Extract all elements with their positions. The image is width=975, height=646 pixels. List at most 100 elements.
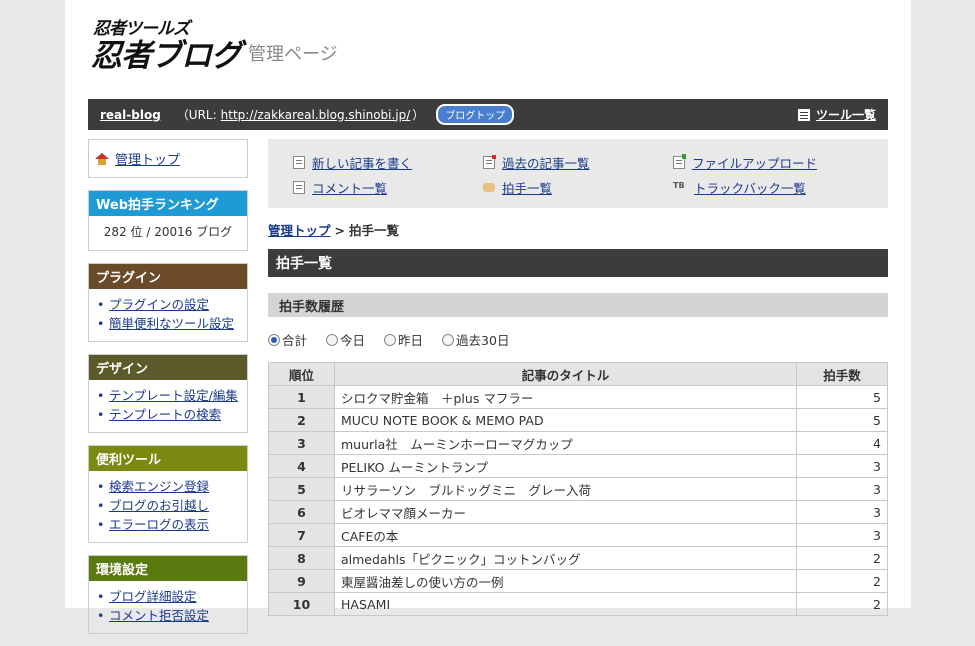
- radio-last-30-days[interactable]: 過去30日: [442, 330, 509, 349]
- page: 忍者ツールズ 忍者ブログ 管理ページ real-blog （URL: http:…: [65, 0, 911, 634]
- rank-cell: 6: [268, 500, 335, 524]
- sidebar-link[interactable]: テンプレートの検索: [109, 407, 221, 422]
- blog-url-link[interactable]: http://zakkareal.blog.shinobi.jp/: [221, 108, 411, 122]
- sidebar-item-search-engine: 検索エンジン登録: [95, 477, 241, 496]
- sidebar-link[interactable]: プラグインの設定: [109, 297, 209, 312]
- radio-label: 昨日: [398, 333, 424, 348]
- sidebar-link[interactable]: テンプレート設定/編集: [109, 388, 238, 403]
- main-content: 新しい記事を書く 過去の記事一覧 ファイルアップロード コメント一覧 拍手一覧 …: [268, 139, 888, 616]
- list-icon: [797, 108, 810, 121]
- title-cell: ビオレママ顔メーカー: [334, 500, 797, 524]
- page-title: 拍手一覧: [268, 249, 888, 277]
- breadcrumb-separator: >: [334, 223, 345, 238]
- sidebar: 管理トップ Web拍手ランキング 282 位 / 20016 ブログ プラグイン…: [88, 139, 248, 646]
- radio-label: 過去30日: [456, 333, 510, 348]
- sidebar-link[interactable]: エラーログの表示: [109, 517, 209, 532]
- table-row: 4 PELIKO ムーミントランプ 3: [268, 454, 888, 478]
- title-cell: PELIKO ムーミントランプ: [334, 454, 797, 478]
- admin-home-link[interactable]: 管理トップ: [115, 149, 180, 168]
- title-cell: MUCU NOTE BOOK & MEMO PAD: [334, 408, 797, 432]
- past-posts-icon: [483, 155, 496, 169]
- table-row: 3 muurla社 ムーミンホーローマグカップ 4: [268, 431, 888, 455]
- sidebar-link[interactable]: ブログのお引越し: [109, 498, 209, 513]
- rank-cell: 9: [268, 569, 335, 593]
- count-cell: 3: [796, 523, 888, 547]
- count-cell: 2: [796, 592, 888, 616]
- tools-section: 便利ツール 検索エンジン登録 ブログのお引越し エラーログの表示: [88, 445, 248, 543]
- sidebar-link[interactable]: ブログ詳細設定: [109, 589, 197, 604]
- count-cell: 5: [796, 385, 888, 409]
- title-cell: muurla社 ムーミンホーローマグカップ: [334, 431, 797, 455]
- quick-trackbacks[interactable]: TB トラックバック一覧: [673, 178, 806, 197]
- count-cell: 4: [796, 431, 888, 455]
- sidebar-item-blog-settings: ブログ詳細設定: [95, 587, 241, 606]
- sidebar-link[interactable]: 簡単便利なツール設定: [109, 316, 234, 331]
- design-section-title: デザイン: [89, 355, 247, 380]
- count-cell: 5: [796, 408, 888, 432]
- sidebar-item-plugin-settings: プラグインの設定: [95, 295, 241, 314]
- blog-top-button[interactable]: ブログトップ: [436, 104, 515, 125]
- breadcrumb-home-link[interactable]: 管理トップ: [268, 223, 331, 238]
- table-row: 6 ビオレママ顔メーカー 3: [268, 500, 888, 524]
- rank-cell: 2: [268, 408, 335, 432]
- radio-label: 今日: [340, 333, 366, 348]
- house-icon: [95, 152, 109, 165]
- quick-past-posts[interactable]: 過去の記事一覧: [483, 153, 590, 172]
- radio-button[interactable]: [326, 333, 339, 346]
- ranking-title: Web拍手ランキング: [89, 191, 247, 216]
- tool-list-label[interactable]: ツール一覧: [816, 106, 876, 123]
- section-title: 拍手数履歴: [268, 293, 888, 317]
- trackbacks-link[interactable]: トラックバック一覧: [694, 178, 806, 197]
- quick-links-panel: 新しい記事を書く 過去の記事一覧 ファイルアップロード コメント一覧 拍手一覧 …: [268, 139, 888, 208]
- radio-yesterday[interactable]: 昨日: [384, 330, 423, 349]
- quick-file-upload[interactable]: ファイルアップロード: [673, 153, 817, 172]
- new-post-link[interactable]: 新しい記事を書く: [312, 153, 412, 172]
- radio-total[interactable]: 合計: [268, 330, 307, 349]
- tools-section-title: 便利ツール: [89, 446, 247, 471]
- design-section: デザイン テンプレート設定/編集 テンプレートの検索: [88, 354, 248, 433]
- table-row: 8 almedahls「ピクニック」コットンバッグ 2: [268, 546, 888, 570]
- count-cell: 3: [796, 454, 888, 478]
- admin-home-box: 管理トップ: [88, 139, 248, 178]
- url-label: （URL:: [176, 108, 217, 122]
- clap-ranking-table: 順位 記事のタイトル 拍手数 1 シロクマ貯金箱 ＋plus マフラー 5 2 MUC…: [268, 362, 888, 616]
- sidebar-link[interactable]: コメント拒否設定: [109, 608, 209, 623]
- sidebar-item-template-edit: テンプレート設定/編集: [95, 386, 241, 405]
- sidebar-item-easy-tools: 簡単便利なツール設定: [95, 314, 241, 333]
- tool-list-link[interactable]: ツール一覧: [797, 106, 876, 123]
- clap-list-link[interactable]: 拍手一覧: [502, 178, 552, 197]
- blog-info-bar: real-blog （URL: http://zakkareal.blog.sh…: [88, 99, 888, 130]
- title-cell: CAFEの本: [334, 523, 797, 547]
- ranking-box: Web拍手ランキング 282 位 / 20016 ブログ: [88, 190, 248, 251]
- past-posts-link[interactable]: 過去の記事一覧: [502, 153, 590, 172]
- count-cell: 2: [796, 569, 888, 593]
- title-cell: almedahls「ピクニック」コットンバッグ: [334, 546, 797, 570]
- upload-icon: [673, 154, 686, 169]
- rank-cell: 10: [268, 592, 335, 616]
- table-row: 5 リサラーソン ブルドッグミニ グレー入荷 3: [268, 477, 888, 501]
- sidebar-link[interactable]: 検索エンジン登録: [109, 479, 209, 494]
- radio-button[interactable]: [384, 333, 397, 346]
- quick-new-post[interactable]: 新しい記事を書く: [293, 153, 412, 172]
- radio-label: 合計: [282, 333, 308, 348]
- blog-name-link[interactable]: real-blog: [100, 108, 161, 122]
- table-header-row: 順位 記事のタイトル 拍手数: [268, 362, 888, 386]
- rank-cell: 4: [268, 454, 335, 478]
- comments-link[interactable]: コメント一覧: [312, 178, 387, 197]
- radio-button[interactable]: [442, 333, 455, 346]
- table-row: 9 東屋醤油差しの使い方の一例 2: [268, 569, 888, 593]
- sidebar-item-blog-move: ブログのお引越し: [95, 496, 241, 515]
- col-count-header: 拍手数: [796, 362, 888, 386]
- quick-clap-list[interactable]: 拍手一覧: [483, 178, 552, 197]
- col-title-header: 記事のタイトル: [334, 362, 797, 386]
- radio-button-selected[interactable]: [268, 333, 280, 346]
- ninja-blog-logo[interactable]: 忍者ブログ: [91, 30, 242, 75]
- rank-cell: 3: [268, 431, 335, 455]
- breadcrumb: 管理トップ > 拍手一覧: [268, 220, 888, 239]
- rank-cell: 7: [268, 523, 335, 547]
- rank-cell: 8: [268, 546, 335, 570]
- file-upload-link[interactable]: ファイルアップロード: [692, 153, 817, 172]
- quick-comments[interactable]: コメント一覧: [293, 178, 387, 197]
- new-post-icon: [293, 156, 305, 169]
- radio-today[interactable]: 今日: [326, 330, 365, 349]
